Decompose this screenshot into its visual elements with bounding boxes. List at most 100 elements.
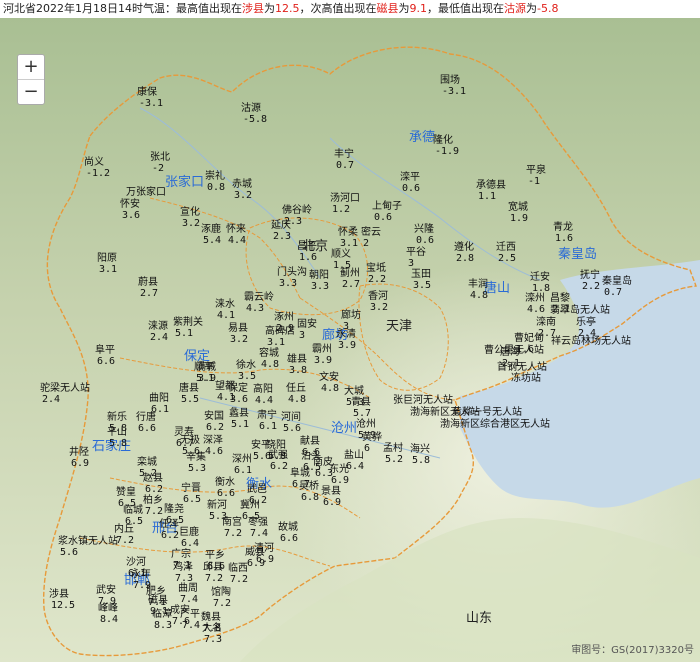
station-name: 易县 — [228, 323, 248, 334]
station-name: 冀州 — [240, 500, 260, 511]
station-name: 安国 — [204, 411, 224, 422]
station-name: 宁晋 — [181, 483, 201, 494]
station-name: 河间 — [281, 412, 301, 423]
station-name: 平泉 — [526, 165, 546, 176]
city-label: 沧州 — [331, 421, 358, 436]
station-name: 迁西 — [496, 242, 516, 253]
station-name: 祥云岛林场无人站 — [551, 336, 631, 347]
station-temperature: 6.1 — [259, 421, 278, 432]
station-name: 行唐 — [136, 412, 156, 423]
station-temperature: 1.2 — [332, 204, 351, 215]
station-temperature: 3.1 — [99, 264, 118, 275]
station-name: 高碑店 — [265, 326, 295, 337]
station-temperature: 4.8 — [470, 290, 489, 301]
station-name: 阜平 — [95, 345, 115, 356]
min-value: -5.8 — [537, 2, 559, 15]
station-temperature: 0.7 — [336, 160, 355, 171]
station-temperature: 6.2 — [206, 422, 225, 433]
station-name: 兴隆 — [414, 224, 434, 235]
station-name: 万张家口 — [126, 187, 166, 198]
station-temperature: 6.6 — [280, 533, 299, 544]
station-name: 曲阳 — [149, 393, 169, 404]
station-name: 衡水 — [215, 477, 235, 488]
station-name: 雄县 — [287, 354, 307, 365]
map-view[interactable]: 天津 北京 山东 承德 张家口 秦皇岛 唐山 廊坊 保定 沧州 石家庄 衡水 邢台 邯郸 康保 -3.1 沽源 -… — [0, 18, 700, 662]
station-name: 献县 — [300, 436, 320, 447]
station-name: 宽城 — [508, 202, 528, 213]
station-name: 任丘 — [286, 383, 306, 394]
title-text: ，最低值出现在 — [427, 2, 504, 15]
station-temperature: 4.6 — [527, 304, 546, 315]
station-name: 新乐 — [107, 412, 127, 423]
station-temperature: 6.9 — [331, 475, 350, 486]
station-temperature: 2.2 — [582, 281, 601, 292]
station-name: 高阳 — [253, 384, 273, 395]
station-name: 昌黎 — [550, 293, 570, 304]
station-temperature: 5.5 — [181, 394, 200, 405]
station-temperature: 7.4 — [180, 594, 199, 605]
station-temperature: 5.6 — [283, 423, 302, 434]
station-temperature: -1 — [528, 176, 541, 187]
station-temperature: 3.2 — [182, 218, 201, 229]
station-name: 孟村 — [383, 443, 403, 454]
station-temperature: 2.8 — [456, 253, 475, 264]
station-temperature: 1.9 — [510, 213, 529, 224]
station-name: 滦南 — [536, 317, 556, 328]
station-name: 蓟州 — [340, 268, 360, 279]
station-name: 永清 — [336, 329, 356, 340]
station-temperature: 6.9 — [323, 497, 342, 508]
zoom-in-button[interactable]: + — [18, 55, 44, 79]
city-label: 承德 — [409, 130, 436, 145]
station-temperature: 6.5 — [183, 494, 202, 505]
station-temperature: 2.2 — [368, 274, 387, 285]
station-name: 阜城 — [290, 468, 310, 479]
station-name: 隆化 — [433, 135, 453, 146]
station-name: 柏乡 — [143, 495, 163, 506]
station-temperature: 5.1 — [231, 419, 250, 430]
station-temperature: 3.3 — [279, 278, 298, 289]
station-temperature: 6.6 — [217, 488, 236, 499]
station-name: 青县 — [351, 397, 371, 408]
station-temperature: 5.4 — [203, 235, 222, 246]
station-name: 蠡县 — [229, 408, 249, 419]
zoom-control: + − — [17, 54, 45, 105]
station-name: 巨鹿 — [179, 527, 199, 538]
station-name: 肃宁 — [257, 410, 277, 421]
station-temperature: 7.2 — [224, 528, 243, 539]
station-name: 深泽 — [203, 435, 223, 446]
station-name: 平谷 — [406, 247, 426, 258]
station-temperature: 5.3 — [188, 463, 207, 474]
station-name: 朝阳 — [309, 270, 329, 281]
station-name: 景县 — [321, 486, 341, 497]
station-name: 门头沟 — [277, 267, 307, 278]
title-text: 为 — [398, 2, 410, 15]
station-name: 遵化 — [454, 242, 474, 253]
station-name: 武邑 — [247, 484, 267, 495]
station-name: 涿鹿 — [201, 224, 221, 235]
station-name: 康保 — [137, 87, 157, 98]
station-name: 渤海新区综合港区无人站 — [440, 419, 550, 430]
station-name: 盐山 — [344, 450, 364, 461]
station-name: 霸州 — [312, 344, 332, 355]
station-temperature: 3.5 — [413, 280, 432, 291]
station-name: 邱县 — [203, 562, 223, 573]
station-temperature: 7.2 — [116, 535, 135, 546]
station-temperature: 6.2 — [270, 461, 289, 472]
station-name: 冻坊站 — [511, 373, 541, 384]
station-temperature: 0.7 — [604, 287, 623, 298]
station-name: 迁安 — [530, 272, 550, 283]
station-name: 秦皇岛 — [602, 276, 632, 287]
station-name: 翡翠岛无人站 — [550, 305, 610, 316]
station-name: 沽源 — [241, 103, 261, 114]
station-name: 峰峰 — [98, 603, 118, 614]
station-name: 黄骅一号无人站 — [452, 407, 522, 418]
title-text: 为 — [264, 2, 275, 15]
station-name: 广宗 — [171, 549, 191, 560]
zoom-out-button[interactable]: − — [18, 79, 44, 104]
station-name: 武安 — [96, 585, 116, 596]
station-name: 顺平 — [194, 362, 214, 373]
station-name: 曹公里无人站 — [484, 345, 544, 356]
station-temperature: 6.2 — [145, 484, 164, 495]
station-name: 南宫 — [222, 517, 242, 528]
station-temperature: 6.8 — [301, 492, 320, 503]
